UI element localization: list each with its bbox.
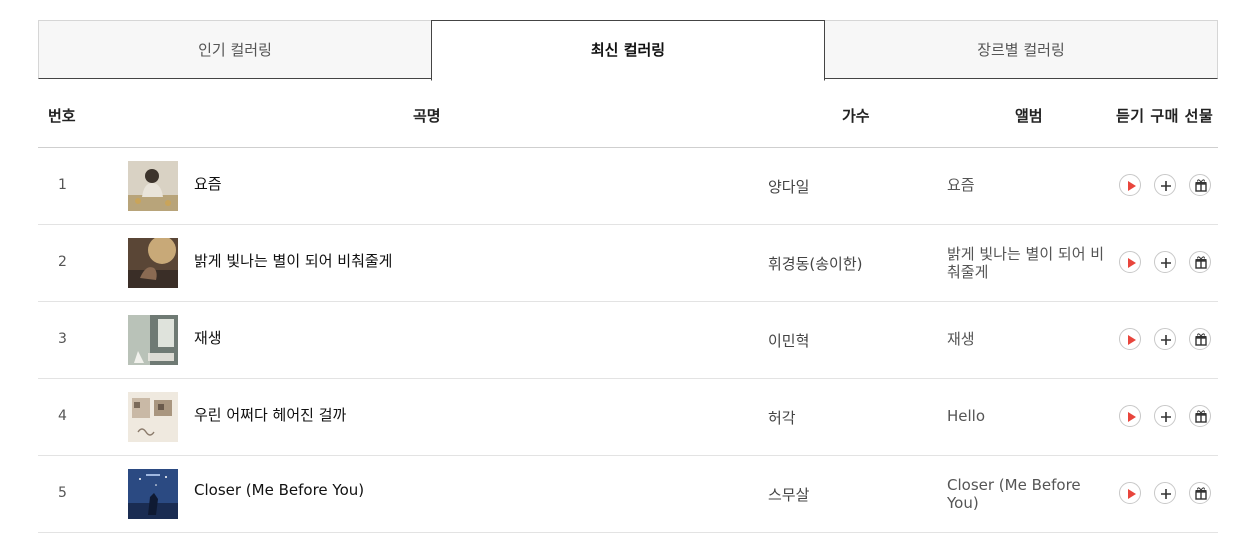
play-button[interactable] — [1119, 405, 1141, 427]
gift-icon — [1195, 256, 1207, 269]
tab-genre[interactable]: 장르별 컬러링 — [825, 20, 1218, 79]
play-button[interactable] — [1119, 251, 1141, 273]
album-cover-thumbnail[interactable] — [128, 315, 178, 365]
buy-button[interactable] — [1154, 482, 1176, 504]
buy-button[interactable] — [1154, 405, 1176, 427]
gift-button[interactable] — [1189, 174, 1211, 196]
gift-icon — [1195, 179, 1207, 192]
artist-link[interactable]: 이민혁 — [768, 330, 809, 351]
plus-icon — [1161, 181, 1171, 191]
album-link[interactable]: Closer (Me Before You) — [947, 476, 1117, 512]
song-title-link[interactable]: 재생 — [194, 327, 222, 348]
play-icon — [1128, 258, 1136, 268]
column-header-no: 번호 — [48, 107, 76, 125]
play-icon — [1128, 489, 1136, 499]
buy-button[interactable] — [1154, 251, 1176, 273]
artist-link[interactable]: 스무살 — [768, 484, 809, 505]
column-header-title: 곡명 — [413, 107, 441, 125]
table-header: 번호 곡명 가수 앨범 듣기 구매 선물 — [38, 81, 1218, 148]
album-cover-thumbnail[interactable] — [128, 392, 178, 442]
play-icon — [1128, 181, 1136, 191]
album-link[interactable]: 밝게 빛나는 별이 되어 비춰줄게 — [947, 245, 1117, 281]
song-title-link[interactable]: 밝게 빛나는 별이 되어 비춰줄게 — [194, 250, 392, 271]
gift-button[interactable] — [1189, 482, 1211, 504]
gift-button[interactable] — [1189, 328, 1211, 350]
row-number: 3 — [58, 331, 67, 347]
plus-icon — [1161, 258, 1171, 268]
row-number: 1 — [58, 177, 67, 193]
artist-link[interactable]: 양다일 — [768, 176, 809, 197]
song-title-link[interactable]: Closer (Me Before You) — [194, 481, 364, 499]
album-link[interactable]: Hello — [947, 407, 1117, 425]
plus-icon — [1161, 335, 1171, 345]
column-header-album: 앨범 — [1015, 107, 1043, 125]
album-cover-thumbnail[interactable] — [128, 161, 178, 211]
row-number: 5 — [58, 485, 67, 501]
table-row: 2 밝게 빛나는 별이 되어 비춰줄게 휘경동(송이한) 밝게 빛나는 별이 되… — [38, 225, 1218, 302]
album-link[interactable]: 재생 — [947, 330, 1117, 348]
buy-button[interactable] — [1154, 328, 1176, 350]
play-button[interactable] — [1119, 482, 1141, 504]
song-title-link[interactable]: 요즘 — [194, 173, 222, 194]
table-row: 5 Closer (Me Before You) 스무살 Closer (Me … — [38, 456, 1218, 533]
plus-icon — [1161, 412, 1171, 422]
table-row: 1 요즘 양다일 요즘 — [38, 148, 1218, 225]
plus-icon — [1161, 489, 1171, 499]
gift-button[interactable] — [1189, 405, 1211, 427]
table-row: 4 우린 어쩌다 헤어진 걸까 허각 Hello — [38, 379, 1218, 456]
tab-popular[interactable]: 인기 컬러링 — [38, 20, 431, 79]
buy-button[interactable] — [1154, 174, 1176, 196]
gift-button[interactable] — [1189, 251, 1211, 273]
ringtone-tabs: 인기 컬러링 최신 컬러링 장르별 컬러링 — [38, 20, 1218, 81]
artist-link[interactable]: 휘경동(송이한) — [768, 253, 863, 274]
song-title-link[interactable]: 우린 어쩌다 헤어진 걸까 — [194, 404, 346, 425]
table-row: 3 재생 이민혁 재생 — [38, 302, 1218, 379]
play-button[interactable] — [1119, 328, 1141, 350]
gift-icon — [1195, 410, 1207, 423]
column-header-artist: 가수 — [842, 107, 870, 125]
gift-icon — [1195, 487, 1207, 500]
album-link[interactable]: 요즘 — [947, 176, 1117, 194]
play-icon — [1128, 412, 1136, 422]
album-cover-thumbnail[interactable] — [128, 238, 178, 288]
play-button[interactable] — [1119, 174, 1141, 196]
play-icon — [1128, 335, 1136, 345]
artist-link[interactable]: 허각 — [768, 407, 796, 428]
album-cover-thumbnail[interactable] — [128, 469, 178, 519]
row-number: 2 — [58, 254, 67, 270]
tab-latest[interactable]: 최신 컬러링 — [431, 20, 825, 81]
gift-icon — [1195, 333, 1207, 346]
row-number: 4 — [58, 408, 67, 424]
column-header-actions: 듣기 구매 선물 — [1116, 107, 1214, 125]
